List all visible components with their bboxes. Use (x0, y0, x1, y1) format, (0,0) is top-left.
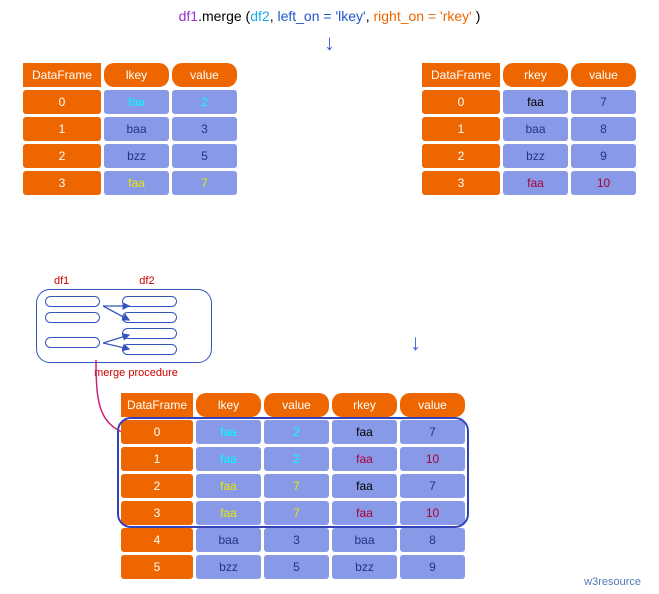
res-hdr-rkey: rkey (332, 393, 397, 417)
table-cell: 9 (571, 144, 636, 168)
table-cell: 2 (264, 420, 329, 444)
table-row-idx: 2 (422, 144, 500, 168)
mapping-arrows-icon (103, 300, 133, 355)
table-row-idx: 4 (121, 528, 193, 552)
table-row-idx: 0 (121, 420, 193, 444)
result-table: DataFrame lkey value rkey value 0faa2faa… (118, 390, 468, 582)
table-cell: bzz (196, 555, 261, 579)
mp-label-df2: df2 (139, 275, 154, 287)
table-cell: faa (104, 90, 169, 114)
table-row-idx: 0 (23, 90, 101, 114)
table-cell: baa (332, 528, 397, 552)
table-cell: faa (503, 171, 568, 195)
code-df1: df1 (179, 8, 198, 24)
code-open: ( (242, 8, 251, 24)
merge-proc-box (36, 289, 212, 363)
table-cell: 5 (264, 555, 329, 579)
table-row-idx: 2 (121, 474, 193, 498)
arrow-down-2-icon: ↓ (410, 330, 421, 356)
df1-label: DataFrame (23, 63, 101, 87)
table-cell: bzz (332, 555, 397, 579)
table-cell: faa (332, 447, 397, 471)
code-close: ) (472, 8, 481, 24)
table-cell: 8 (400, 528, 465, 552)
table-cell: 7 (571, 90, 636, 114)
table-cell: 8 (571, 117, 636, 141)
table-row-idx: 1 (23, 117, 101, 141)
table-cell: 10 (400, 501, 465, 525)
table-row-idx: 5 (121, 555, 193, 579)
table-cell: faa (196, 474, 261, 498)
table-cell: 7 (264, 474, 329, 498)
res-hdr-lkey: lkey (196, 393, 261, 417)
res-hdr-rval: value (400, 393, 465, 417)
table-cell: faa (332, 474, 397, 498)
table-row-idx: 2 (23, 144, 101, 168)
code-leftarg: left_on = 'lkey' (277, 8, 365, 24)
table-cell: baa (196, 528, 261, 552)
table-cell: 3 (172, 117, 237, 141)
res-label: DataFrame (121, 393, 193, 417)
table-cell: bzz (104, 144, 169, 168)
table-row-idx: 1 (121, 447, 193, 471)
table-row-idx: 0 (422, 90, 500, 114)
table-row-idx: 1 (422, 117, 500, 141)
pill (45, 312, 100, 323)
res-hdr-lval: value (264, 393, 329, 417)
attribution: w3resource (584, 576, 641, 588)
table-cell: 7 (172, 171, 237, 195)
table-cell: 10 (571, 171, 636, 195)
table-row-idx: 3 (422, 171, 500, 195)
table-cell: 7 (264, 501, 329, 525)
table-cell: faa (196, 420, 261, 444)
table-cell: faa (503, 90, 568, 114)
table-cell: faa (332, 420, 397, 444)
df2-hdr-value: value (571, 63, 636, 87)
table-cell: 9 (400, 555, 465, 579)
table-cell: faa (196, 501, 261, 525)
table-cell: 5 (172, 144, 237, 168)
table-cell: faa (332, 501, 397, 525)
df1-table: DataFrame lkey value 0faa21baa32bzz53faa… (20, 60, 240, 198)
table-row-idx: 3 (121, 501, 193, 525)
table-cell: faa (104, 171, 169, 195)
table-row-idx: 3 (23, 171, 101, 195)
table-cell: 7 (400, 420, 465, 444)
pill (45, 337, 100, 348)
df1-hdr-value: value (172, 63, 237, 87)
mp-label-df1: df1 (54, 275, 69, 287)
df2-hdr-rkey: rkey (503, 63, 568, 87)
table-cell: baa (104, 117, 169, 141)
arrow-down-icon: ↓ (20, 32, 639, 54)
top-tables-row: DataFrame lkey value 0faa21baa32bzz53faa… (20, 60, 639, 198)
table-cell: 10 (400, 447, 465, 471)
df1-hdr-lkey: lkey (104, 63, 169, 87)
df2-label: DataFrame (422, 63, 500, 87)
table-cell: baa (503, 117, 568, 141)
table-cell: 2 (264, 447, 329, 471)
code-df2: df2 (250, 8, 269, 24)
result-wrap: DataFrame lkey value rkey value 0faa2faa… (118, 390, 468, 582)
table-cell: 3 (264, 528, 329, 552)
code-signature: df1.merge (df2, left_on = 'lkey', right_… (20, 8, 639, 24)
code-rightarg: right_on = 'rkey' (373, 8, 471, 24)
table-cell: 7 (400, 474, 465, 498)
code-merge: .merge (198, 8, 242, 24)
table-cell: bzz (503, 144, 568, 168)
pill (45, 296, 100, 307)
table-cell: 2 (172, 90, 237, 114)
table-cell: faa (196, 447, 261, 471)
df2-table: DataFrame rkey value 0faa71baa82bzz93faa… (419, 60, 639, 198)
